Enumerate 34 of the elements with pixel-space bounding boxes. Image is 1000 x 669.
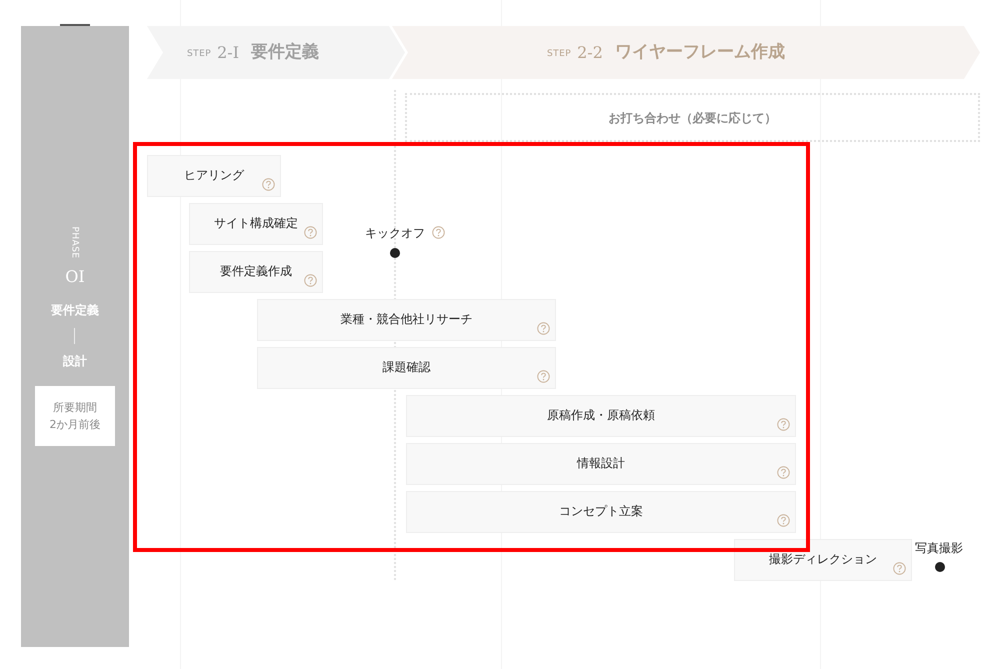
help-icon[interactable] [777,514,790,527]
help-icon[interactable] [893,562,906,575]
milestone-label: キックオフ [365,227,425,239]
milestone-label: 写真撮影 [915,542,963,554]
help-icon[interactable] [537,322,550,335]
phase-number: OI [64,269,86,285]
help-icon[interactable] [777,466,790,479]
help-icon[interactable] [304,226,317,239]
phase-subtitle: 設計 [62,355,88,367]
task-bar: 原稿作成・原稿依頼 [406,395,796,437]
step-prefix: STEP [547,48,572,61]
step-number: 2-2 [577,42,603,64]
task-bar: 撮影ディレクション [734,539,912,581]
task-bar: 要件定義作成 [189,251,323,293]
help-icon[interactable] [777,418,790,431]
step-number: 2-I [217,42,240,64]
help-icon[interactable] [432,226,445,239]
phase-title: 要件定義 [50,304,100,316]
task-bar: 課題確認 [257,347,556,389]
help-icon[interactable] [537,370,550,383]
help-icon[interactable] [262,178,275,191]
task-bar: 業種・競合他社リサーチ [257,299,556,341]
task-bar: 情報設計 [406,443,796,485]
phase-label: PHASE [70,226,78,258]
task-bar: コンセプト立案 [406,491,796,533]
duration-text: 2か月前後 [50,419,100,430]
help-icon[interactable] [304,274,317,287]
task-bar: サイト構成確定 [189,203,323,245]
meeting-box: お打ち合わせ（必要に応じて） [405,93,980,142]
step-title: 要件定義 [251,40,320,64]
step-prefix: STEP [187,48,212,61]
duration-text: 所要期間 [53,402,97,413]
task-bar: ヒアリング [147,155,281,197]
step-title: ワイヤーフレーム作成 [614,40,785,64]
